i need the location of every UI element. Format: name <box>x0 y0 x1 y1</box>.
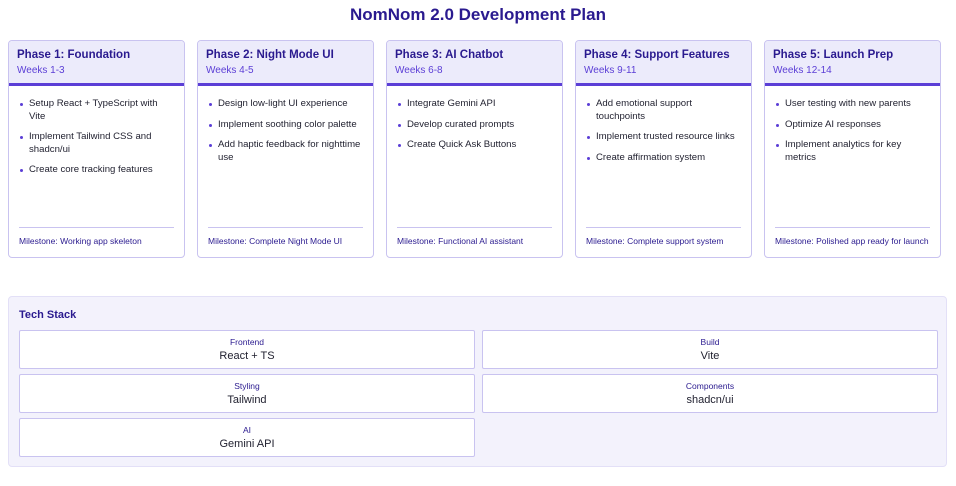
task-item: Implement soothing color palette <box>209 119 365 132</box>
task-item: Create Quick Ask Buttons <box>398 139 554 152</box>
phase-title: Phase 4: Support Features <box>584 49 730 61</box>
tech-value: Tailwind <box>227 394 267 406</box>
phase-card-4: Phase 4: Support Features Weeks 9-11 Add… <box>575 40 752 258</box>
task-item: Develop curated prompts <box>398 119 554 132</box>
tech-value: shadcn/ui <box>686 394 734 406</box>
task-item: User testing with new parents <box>776 98 932 111</box>
phase-card-3: Phase 3: AI Chatbot Weeks 6-8 Integrate … <box>386 40 563 258</box>
task-item: Setup React + TypeScript with Vite <box>20 98 176 123</box>
phase-card-5: Phase 5: Launch Prep Weeks 12-14 User te… <box>764 40 941 258</box>
task-item: Create core tracking features <box>20 164 176 177</box>
task-list: Add emotional support touchpoints Implem… <box>576 86 751 164</box>
phase-header: Phase 5: Launch Prep Weeks 12-14 <box>765 41 940 86</box>
phase-card-1: Phase 1: Foundation Weeks 1-3 Setup Reac… <box>8 40 185 258</box>
phase-weeks: Weeks 4-5 <box>206 65 254 76</box>
task-item: Create affirmation system <box>587 152 743 165</box>
tech-category: Build <box>700 337 720 347</box>
milestone: Milestone: Complete support system <box>586 227 741 247</box>
task-list: Design low-light UI experience Implement… <box>198 86 373 164</box>
tech-stack-grid: Frontend React + TS Build Vite Styling T… <box>19 330 938 457</box>
phases-row: Phase 1: Foundation Weeks 1-3 Setup Reac… <box>8 40 941 258</box>
phase-title: Phase 1: Foundation <box>17 49 131 61</box>
task-item: Implement analytics for key metrics <box>776 139 932 164</box>
task-item: Add emotional support touchpoints <box>587 98 743 123</box>
task-item: Add haptic feedback for nighttime use <box>209 139 365 164</box>
tech-stack-title: Tech Stack <box>19 309 77 321</box>
milestone: Milestone: Polished app ready for launch <box>775 227 930 247</box>
task-item: Implement Tailwind CSS and shadcn/ui <box>20 131 176 156</box>
page-title: NomNom 2.0 Development Plan <box>349 5 606 24</box>
phase-header: Phase 3: AI Chatbot Weeks 6-8 <box>387 41 562 86</box>
tech-stack-item-build: Build Vite <box>482 330 938 369</box>
milestone: Milestone: Complete Night Mode UI <box>208 227 363 247</box>
phase-weeks: Weeks 1-3 <box>17 65 65 76</box>
phase-header: Phase 4: Support Features Weeks 9-11 <box>576 41 751 86</box>
task-item: Design low-light UI experience <box>209 98 365 111</box>
task-item: Implement trusted resource links <box>587 131 743 144</box>
tech-stack-panel: Tech Stack Frontend React + TS Build Vit… <box>8 296 947 467</box>
tech-category: Components <box>685 381 735 391</box>
tech-value: React + TS <box>219 350 275 362</box>
phase-weeks: Weeks 6-8 <box>395 65 443 76</box>
milestone: Milestone: Functional AI assistant <box>397 227 552 247</box>
tech-category: Styling <box>234 381 260 391</box>
phase-title: Phase 2: Night Mode UI <box>206 49 334 61</box>
phase-weeks: Weeks 9-11 <box>584 65 637 76</box>
tech-value: Gemini API <box>219 438 275 450</box>
tech-value: Vite <box>700 350 720 362</box>
phase-weeks: Weeks 12-14 <box>773 65 832 76</box>
tech-stack-item-ai: AI Gemini API <box>19 418 475 457</box>
milestone: Milestone: Working app skeleton <box>19 227 174 247</box>
task-list: Setup React + TypeScript with Vite Imple… <box>9 86 184 177</box>
phase-header: Phase 2: Night Mode UI Weeks 4-5 <box>198 41 373 86</box>
tech-stack-item-components: Components shadcn/ui <box>482 374 938 413</box>
tech-category: Frontend <box>229 337 265 347</box>
tech-stack-item-frontend: Frontend React + TS <box>19 330 475 369</box>
task-item: Optimize AI responses <box>776 119 932 132</box>
tech-stack-item-styling: Styling Tailwind <box>19 374 475 413</box>
phase-card-2: Phase 2: Night Mode UI Weeks 4-5 Design … <box>197 40 374 258</box>
task-list: Integrate Gemini API Develop curated pro… <box>387 86 562 152</box>
tech-category: AI <box>242 425 252 435</box>
task-item: Integrate Gemini API <box>398 98 554 111</box>
phase-title: Phase 3: AI Chatbot <box>395 49 504 61</box>
phase-header: Phase 1: Foundation Weeks 1-3 <box>9 41 184 86</box>
task-list: User testing with new parents Optimize A… <box>765 86 940 164</box>
phase-title: Phase 5: Launch Prep <box>773 49 894 61</box>
